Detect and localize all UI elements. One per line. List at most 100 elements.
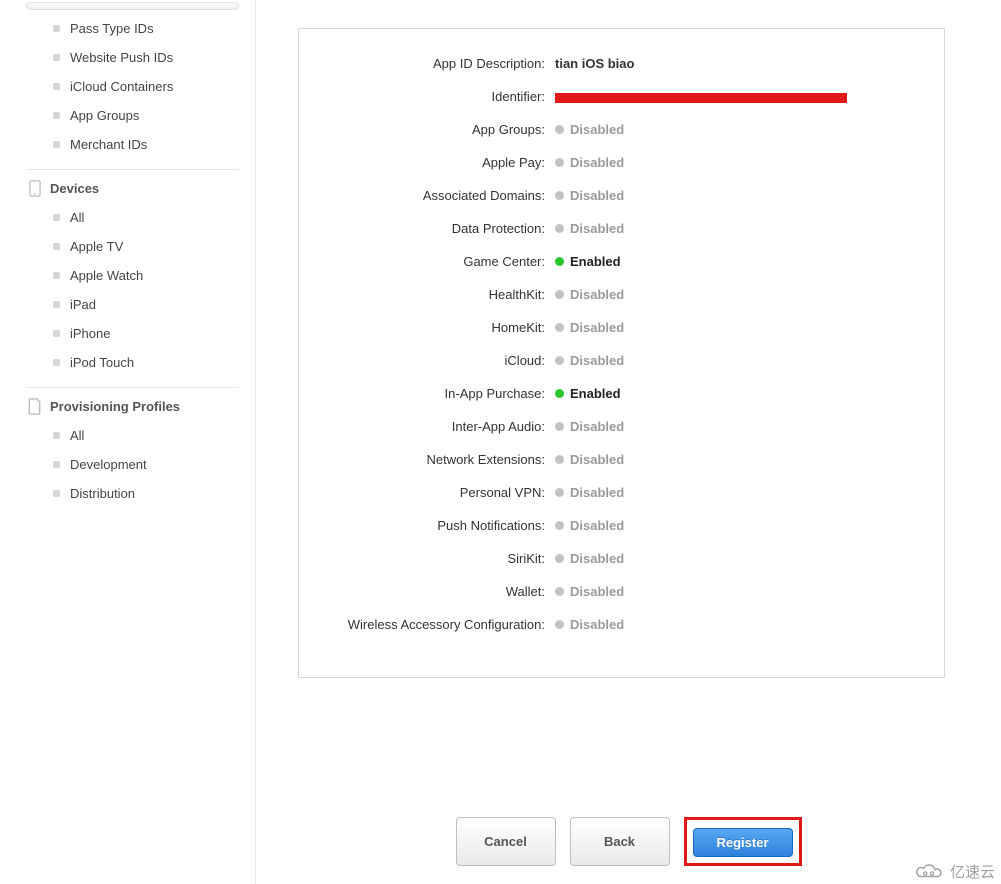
sidebar-item-label: Distribution (70, 486, 135, 501)
bullet-icon (53, 272, 60, 279)
capability-status-text: Disabled (570, 353, 624, 368)
cancel-button[interactable]: Cancel (456, 817, 556, 866)
bullet-icon (53, 359, 60, 366)
sidebar-header-profiles[interactable]: Provisioning Profiles (26, 392, 255, 421)
footer-buttons: Cancel Back Register (256, 817, 1001, 866)
sidebar-divider (26, 169, 239, 170)
capability-row: Inter-App Audio:Disabled (317, 410, 926, 443)
capability-status-text: Disabled (570, 320, 624, 335)
capability-label: Data Protection: (317, 221, 555, 236)
capability-status: Disabled (555, 419, 624, 434)
main-content: App ID Description: tian iOS biao Identi… (255, 0, 1001, 884)
status-dot-enabled-icon (555, 257, 564, 266)
sidebar-item-label: Apple TV (70, 239, 123, 254)
sidebar-active-indicator (26, 2, 239, 10)
sidebar-item-ipad[interactable]: iPad (26, 290, 255, 319)
capability-row: Wireless Accessory Configuration:Disable… (317, 608, 926, 641)
capability-status: Disabled (555, 122, 624, 137)
capability-row: Wallet:Disabled (317, 575, 926, 608)
capability-row: Network Extensions:Disabled (317, 443, 926, 476)
field-value-redacted (555, 91, 847, 103)
capability-label: Apple Pay: (317, 155, 555, 170)
capability-status-text: Disabled (570, 485, 624, 500)
capability-row: HomeKit:Disabled (317, 311, 926, 344)
sidebar-item-profiles-distribution[interactable]: Distribution (26, 479, 255, 508)
status-dot-disabled-icon (555, 191, 564, 200)
capability-row: HealthKit: Disabled (317, 278, 926, 311)
capability-row: Personal VPN:Disabled (317, 476, 926, 509)
capability-label: Push Notifications: (317, 518, 555, 533)
bullet-icon (53, 83, 60, 90)
capability-label: Game Center: (317, 254, 555, 269)
capability-label: iCloud: (317, 353, 555, 368)
capability-label: HealthKit: (317, 287, 555, 302)
sidebar-item-apple-watch[interactable]: Apple Watch (26, 261, 255, 290)
redacted-bar (555, 93, 847, 103)
document-icon (28, 398, 42, 415)
capability-status-text: Disabled (570, 155, 624, 170)
capability-row: In-App Purchase:Enabled (317, 377, 926, 410)
sidebar-item-profiles-all[interactable]: All (26, 421, 255, 450)
sidebar-group-devices: All Apple TV Apple Watch iPad iPhone iPo… (26, 203, 255, 377)
device-icon (28, 180, 42, 197)
capability-row: iCloud: Disabled (317, 344, 926, 377)
capability-status-text: Disabled (570, 122, 624, 137)
capability-status-text: Disabled (570, 221, 624, 236)
capability-status: Disabled (555, 452, 624, 467)
bullet-icon (53, 243, 60, 250)
capability-status: Disabled (555, 287, 624, 302)
capability-status-text: Disabled (570, 617, 624, 632)
capability-row: App Groups:Disabled (317, 113, 926, 146)
capability-status: Disabled (555, 320, 624, 335)
capabilities-list: App Groups:DisabledApple Pay:DisabledAss… (317, 113, 926, 641)
status-dot-disabled-icon (555, 521, 564, 530)
sidebar-item-profiles-development[interactable]: Development (26, 450, 255, 479)
sidebar-item-ipod-touch[interactable]: iPod Touch (26, 348, 255, 377)
sidebar: Pass Type IDs Website Push IDs iCloud Co… (0, 0, 255, 884)
sidebar-item-apple-tv[interactable]: Apple TV (26, 232, 255, 261)
sidebar-item-merchant-ids[interactable]: Merchant IDs (26, 130, 255, 159)
capability-status: Disabled (555, 188, 624, 203)
sidebar-item-label: iPod Touch (70, 355, 134, 370)
cloud-icon (914, 863, 944, 881)
capability-label: Inter-App Audio: (317, 419, 555, 434)
sidebar-item-label: Apple Watch (70, 268, 143, 283)
status-dot-disabled-icon (555, 125, 564, 134)
sidebar-item-label: All (70, 428, 84, 443)
sidebar-item-pass-type-ids[interactable]: Pass Type IDs (26, 14, 255, 43)
capability-status-text: Disabled (570, 287, 624, 302)
capability-row: Associated Domains:Disabled (317, 179, 926, 212)
capability-row: Push Notifications:Disabled (317, 509, 926, 542)
capability-status: Disabled (555, 518, 624, 533)
watermark-text: 亿速云 (950, 861, 995, 882)
sidebar-header-label: Provisioning Profiles (50, 399, 180, 414)
sidebar-item-label: Website Push IDs (70, 50, 173, 65)
capability-status: Enabled (555, 254, 621, 269)
capability-row: SiriKit:Disabled (317, 542, 926, 575)
capability-status-text: Disabled (570, 551, 624, 566)
status-dot-disabled-icon (555, 323, 564, 332)
back-button[interactable]: Back (570, 817, 670, 866)
field-app-id-description: App ID Description: tian iOS biao (317, 47, 926, 80)
capability-label: In-App Purchase: (317, 386, 555, 401)
field-label: App ID Description: (317, 56, 555, 71)
bullet-icon (53, 461, 60, 468)
capability-status: Disabled (555, 485, 624, 500)
sidebar-item-icloud-containers[interactable]: iCloud Containers (26, 72, 255, 101)
sidebar-item-website-push-ids[interactable]: Website Push IDs (26, 43, 255, 72)
sidebar-item-label: iPad (70, 297, 96, 312)
capability-status: Disabled (555, 155, 624, 170)
register-button[interactable]: Register (693, 828, 793, 857)
sidebar-item-app-groups[interactable]: App Groups (26, 101, 255, 130)
capability-status-text: Disabled (570, 584, 624, 599)
field-value: tian iOS biao (555, 56, 634, 71)
app-id-confirm-panel: App ID Description: tian iOS biao Identi… (298, 28, 945, 678)
sidebar-divider (26, 387, 239, 388)
sidebar-item-all-devices[interactable]: All (26, 203, 255, 232)
status-dot-disabled-icon (555, 488, 564, 497)
capability-status: Disabled (555, 353, 624, 368)
sidebar-item-label: iCloud Containers (70, 79, 173, 94)
sidebar-header-devices[interactable]: Devices (26, 174, 255, 203)
bullet-icon (53, 25, 60, 32)
sidebar-item-iphone[interactable]: iPhone (26, 319, 255, 348)
